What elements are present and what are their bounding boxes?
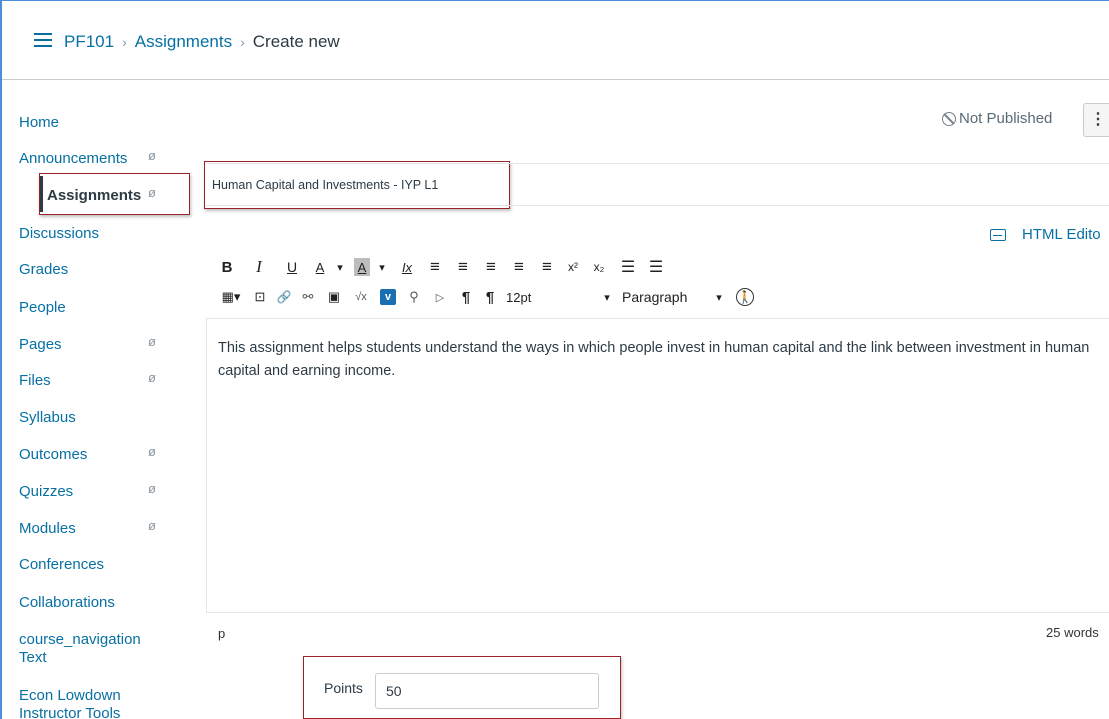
clear-formatting-button[interactable]: Ix [398,256,416,278]
plugin-icon[interactable]: ⚲ [406,286,422,308]
image-icon[interactable]: ▣ [326,286,342,308]
sidebar-item-quizzes[interactable]: Quizzes [19,483,73,500]
eye-slash-icon: ø [148,334,156,349]
eye-slash-icon: ø [148,481,156,496]
numbered-list-icon[interactable]: ☰ [646,256,666,278]
breadcrumb: PF101 › Assignments › Create new [64,32,340,52]
divider [206,205,1109,206]
breadcrumb-separator-icon: › [122,34,127,50]
assignment-title-input[interactable] [212,170,502,200]
hamburger-menu-icon[interactable] [34,33,52,47]
table-icon[interactable]: ▦▾ [218,286,244,308]
breadcrumb-course-link[interactable]: PF101 [64,32,114,52]
sidebar-item-home[interactable]: Home [19,114,59,131]
eye-slash-icon: ø [148,370,156,385]
divider [206,163,1109,164]
italic-button[interactable]: I [248,256,270,278]
outdent-icon[interactable]: ≡ [510,256,528,278]
html-editor-label: HTML Edito [1022,226,1101,243]
header: PF101 › Assignments › Create new [2,0,1109,80]
media-icon[interactable]: ⊡ [252,286,268,308]
sidebar-item-modules[interactable]: Modules [19,520,76,537]
element-path: p [218,626,226,641]
points-input[interactable] [375,673,599,709]
accessibility-icon[interactable]: 🚶 [736,288,754,306]
breadcrumb-assignments-link[interactable]: Assignments [135,32,232,52]
sidebar-item-announcements[interactable]: Announcements [19,150,127,167]
eye-slash-icon: ø [148,148,156,163]
align-center-icon[interactable]: ≡ [454,256,472,278]
eye-slash-icon: ø [148,444,156,459]
subscript-button[interactable]: x₂ [590,256,608,278]
more-options-button[interactable]: ⋮ [1083,103,1109,137]
word-count: 25 words [1046,625,1099,640]
eye-slash-icon: ø [148,185,156,200]
unlink-icon[interactable]: ⚯ [300,286,316,308]
breadcrumb-current: Create new [252,32,340,51]
keyboard-icon [990,228,1006,241]
editor-toolbar-row-2: ▦▾ ⊡ 🔗 ⚯ ▣ √x v ⚲ ▷ ¶ ¶ 12pt ▾ Paragraph… [218,286,754,308]
align-right-icon[interactable]: ≡ [482,256,500,278]
align-left-icon[interactable]: ≡ [426,256,444,278]
block-format-select[interactable]: Paragraph [622,286,708,308]
link-icon[interactable]: 🔗 [276,286,292,308]
math-icon[interactable]: √x [352,286,370,308]
points-label: Points [324,680,363,696]
chevron-down-icon[interactable]: ▾ [712,286,726,308]
underline-button[interactable]: U [282,256,302,278]
editor-toolbar-row-1: B I U A ▾ A ▾ Ix ≡ ≡ ≡ ≡ ≡ x² x₂ ☰ ☰ [218,256,666,278]
superscript-button[interactable]: x² [564,256,582,278]
sidebar-item-collaborations[interactable]: Collaborations [19,594,115,611]
sidebar-item-conferences[interactable]: Conferences [19,556,104,573]
sidebar-item-outcomes[interactable]: Outcomes [19,446,87,463]
active-indicator [40,176,43,212]
sidebar-item-people[interactable]: People [19,299,66,316]
chevron-down-icon[interactable]: ▾ [334,256,346,278]
sidebar-item-discussions[interactable]: Discussions [19,225,99,242]
editor-body-text[interactable]: This assignment helps students understan… [218,337,1108,383]
chevron-down-icon[interactable]: ▾ [600,286,614,308]
text-color-button[interactable]: A [312,256,328,278]
publish-status[interactable]: Not Published [942,110,1052,127]
ltr-icon[interactable]: ¶ [458,286,474,308]
indent-icon[interactable]: ≡ [538,256,556,278]
bold-button[interactable]: B [218,256,236,278]
not-published-icon [942,111,956,126]
eye-slash-icon: ø [148,518,156,533]
sidebar-item-grades[interactable]: Grades [19,261,68,278]
embed-icon[interactable]: ▷ [432,286,448,308]
background-color-button[interactable]: A [354,258,370,276]
font-size-select[interactable]: 12pt [506,286,596,308]
publish-status-label: Not Published [959,110,1053,127]
sidebar-item-pages[interactable]: Pages [19,336,62,353]
sidebar-item-files[interactable]: Files [19,372,51,389]
bullet-list-icon[interactable]: ☰ [618,256,638,278]
html-editor-link[interactable]: HTML Edito [990,226,1101,243]
rtl-icon[interactable]: ¶ [482,286,498,308]
course-navigation-sidebar: Home Announcements ø Assignments ø Discu… [2,80,192,719]
sidebar-item-assignments[interactable]: Assignments [47,187,141,204]
sidebar-item-econ-lowdown[interactable]: Econ Lowdown Instructor Tools [19,687,169,719]
vimeo-icon[interactable]: v [380,289,396,305]
sidebar-item-course-navigation-text[interactable]: course_navigation Text [19,631,159,667]
sidebar-item-syllabus[interactable]: Syllabus [19,409,76,426]
breadcrumb-separator-icon: › [240,34,245,50]
chevron-down-icon[interactable]: ▾ [376,256,388,278]
